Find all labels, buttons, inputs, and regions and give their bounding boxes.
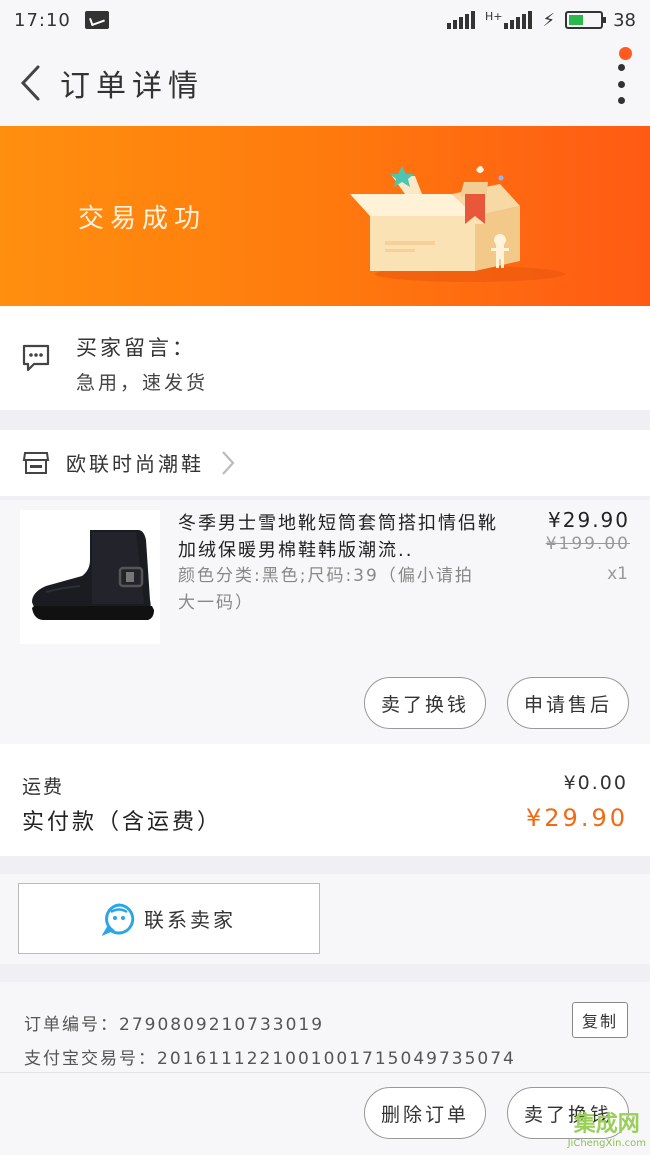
shipping-row: 运费 ¥0.00 — [22, 772, 628, 799]
notification-dot — [619, 47, 632, 60]
resell-button[interactable]: 卖了换钱 — [364, 677, 486, 729]
alipay-number: 2016111221001001715049735074 — [157, 1049, 516, 1069]
total-label: 实付款（含运费） — [22, 810, 223, 835]
contact-seller-label: 联系卖家 — [144, 908, 236, 932]
shop-row[interactable]: 欧联时尚潮鞋 — [0, 430, 650, 496]
product-item[interactable]: 冬季男士雪地靴短筒套筒搭扣情侣靴加绒保暖男棉鞋韩版潮流.. 颜色分类:黑色;尺码… — [0, 500, 650, 744]
chevron-right-icon — [222, 451, 235, 475]
notification-icon — [84, 11, 109, 29]
order-number-label: 订单编号： — [24, 1015, 119, 1035]
alipay-number-label: 支付宝交易号： — [24, 1049, 157, 1069]
total-value: ¥29.90 — [526, 804, 628, 832]
status-time: 17:10 — [14, 9, 71, 31]
more-menu-icon[interactable] — [614, 64, 628, 104]
wangwang-chat-icon — [102, 902, 135, 936]
status-banner: 交易成功 — [0, 126, 650, 306]
product-image[interactable] — [20, 510, 160, 644]
product-sku: 颜色分类:黑色;尺码:39（偏小请拍大一码） — [178, 566, 474, 613]
contact-seller-button[interactable]: 联系卖家 — [18, 883, 320, 954]
order-number: 2790809210733019 — [119, 1015, 325, 1035]
shipping-value: ¥0.00 — [563, 772, 628, 794]
package-box-illustration — [350, 166, 565, 282]
total-row: 实付款（含运费） ¥29.90 — [22, 804, 628, 836]
back-icon[interactable] — [0, 40, 60, 126]
delete-order-button[interactable]: 删除订单 — [364, 1087, 486, 1139]
buyer-message-value: 急用，速发货 — [76, 372, 209, 394]
battery-icon — [565, 11, 607, 29]
watermark-logo-text: 集成网 — [573, 1112, 640, 1137]
order-info: 订单编号：2790809210733019 支付宝交易号：20161112210… — [0, 982, 650, 1155]
buyer-message: 买家留言： 急用，速发货 — [0, 306, 650, 410]
page-title: 订单详情 — [60, 69, 204, 104]
order-status-text: 交易成功 — [78, 204, 207, 234]
order-number-line: 订单编号：2790809210733019 — [24, 1010, 324, 1035]
status-indicators: H+ ⚡ 38 — [446, 9, 636, 31]
network-label: H+ — [484, 9, 503, 23]
watermark-url: JiChengXin.com — [567, 1138, 646, 1149]
divider — [0, 1072, 650, 1073]
contact-section: 联系卖家 — [0, 874, 650, 964]
signal-icon — [446, 11, 475, 29]
payment-summary: 运费 ¥0.00 实付款（含运费） ¥29.90 — [0, 744, 650, 856]
store-icon — [22, 452, 50, 474]
status-bar: 17:10 H+ ⚡ 38 — [0, 0, 650, 40]
product-original-price: ¥199.00 — [545, 534, 630, 554]
after-sale-button[interactable]: 申请售后 — [507, 677, 629, 729]
shop-name[interactable]: 欧联时尚潮鞋 — [66, 448, 204, 477]
watermark: 集成网 JiChengXin.com — [568, 1106, 646, 1149]
battery-level: 38 — [613, 9, 636, 31]
copy-button[interactable]: 复制 — [572, 1002, 628, 1038]
chat-bubble-icon — [22, 344, 50, 372]
shipping-label: 运费 — [22, 776, 65, 798]
product-quantity: x1 — [607, 564, 628, 584]
charging-icon: ⚡ — [542, 9, 556, 31]
product-title[interactable]: 冬季男士雪地靴短筒套筒搭扣情侣靴加绒保暖男棉鞋韩版潮流.. — [178, 510, 498, 564]
watermark-logo: 集成网 — [574, 1106, 640, 1138]
alipay-number-line: 支付宝交易号：2016111221001001715049735074 — [24, 1044, 516, 1069]
buyer-message-label: 买家留言： — [76, 336, 196, 360]
data-signal-icon — [504, 11, 533, 29]
nav-bar: 订单详情 — [0, 40, 650, 126]
product-price: ¥29.90 — [548, 508, 630, 532]
